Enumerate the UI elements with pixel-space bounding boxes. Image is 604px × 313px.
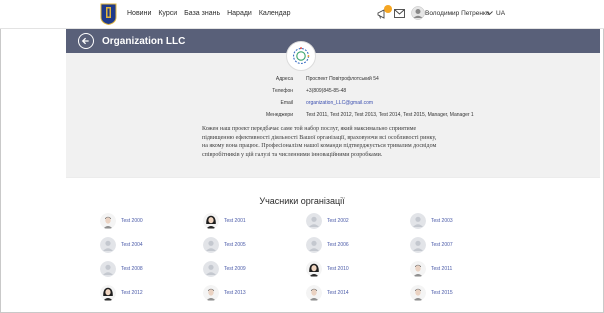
logo-icon[interactable]	[100, 3, 117, 25]
address-value: Проспект Повітрофлотський 54	[306, 76, 379, 82]
member-name[interactable]: Test 2013	[224, 290, 246, 296]
member-name[interactable]: Test 2014	[327, 290, 349, 296]
member-name[interactable]: Test 2005	[224, 242, 246, 248]
member-avatar[interactable]	[306, 285, 322, 301]
member-name[interactable]: Test 2010	[327, 266, 349, 272]
member-avatar[interactable]	[410, 213, 426, 229]
member-name[interactable]: Test 2004	[121, 242, 143, 248]
members-heading: Учасники організації	[259, 196, 345, 206]
member-item[interactable]: Test 2015	[410, 285, 490, 302]
member-avatar[interactable]	[100, 237, 116, 253]
member-avatar[interactable]	[306, 237, 322, 253]
member-name[interactable]: Test 2002	[327, 218, 349, 224]
page-header: Organization LLC	[66, 29, 600, 53]
notification-badge	[384, 5, 392, 13]
member-name[interactable]: Test 2003	[431, 218, 453, 224]
member-avatar[interactable]	[100, 213, 116, 229]
email-label: Email	[280, 100, 293, 106]
member-item[interactable]: Test 2006	[306, 237, 386, 254]
member-avatar[interactable]	[203, 237, 219, 253]
phone-label: Телефон	[272, 88, 293, 94]
member-item[interactable]: Test 2010	[306, 261, 386, 278]
member-item[interactable]: Test 2013	[203, 285, 283, 302]
member-name[interactable]: Test 2015	[431, 290, 453, 296]
organization-info: Адреса Проспект Повітрофлотський 54 Теле…	[66, 41, 600, 177]
member-item[interactable]: Test 2012	[100, 285, 180, 302]
member-item[interactable]: Test 2008	[100, 261, 180, 278]
phone-value: +3(809)845-85-48	[306, 88, 347, 94]
back-arrow-icon[interactable]	[78, 33, 94, 49]
member-avatar[interactable]	[410, 237, 426, 253]
user-name[interactable]: Володимир Петренко	[425, 10, 490, 17]
member-avatar[interactable]	[410, 261, 426, 277]
mail-icon[interactable]	[394, 9, 405, 18]
nav-item-news[interactable]: Новини	[127, 10, 151, 17]
nav-item-meetings[interactable]: Наради	[227, 10, 252, 17]
member-item[interactable]: Test 2003	[410, 213, 490, 230]
member-avatar[interactable]	[100, 261, 116, 277]
member-item[interactable]: Test 2009	[203, 261, 283, 278]
top-navigation: Новини Курси База знань Наради Календар …	[0, 0, 604, 29]
member-item[interactable]: Test 2007	[410, 237, 490, 254]
organization-description: Кожен наш проект передбачає саме той наб…	[202, 126, 437, 158]
member-name[interactable]: Test 2001	[224, 218, 246, 224]
member-item[interactable]: Test 2011	[410, 261, 490, 278]
member-item[interactable]: Test 2014	[306, 285, 386, 302]
member-item[interactable]: Test 2002	[306, 213, 386, 230]
member-name[interactable]: Test 2000	[121, 218, 143, 224]
managers-value: Test 2011, Test 2012, Test 2013, Test 20…	[306, 112, 474, 118]
main-menu: Новини Курси База знань Наради Календар	[127, 10, 298, 17]
member-avatar[interactable]	[203, 213, 219, 229]
member-name[interactable]: Test 2012	[121, 290, 143, 296]
member-name[interactable]: Test 2008	[121, 266, 143, 272]
user-avatar[interactable]	[411, 6, 425, 20]
section-divider	[66, 177, 600, 178]
email-link[interactable]: organization_LLC@gmail.com	[306, 100, 373, 106]
member-name[interactable]: Test 2009	[224, 266, 246, 272]
member-item[interactable]: Test 2000	[100, 213, 180, 230]
member-avatar[interactable]	[100, 285, 116, 301]
nav-item-calendar[interactable]: Календар	[259, 10, 291, 17]
member-name[interactable]: Test 2007	[431, 242, 453, 248]
address-label: Адреса	[275, 76, 293, 82]
member-item[interactable]: Test 2001	[203, 213, 283, 230]
managers-label: Менеджери	[265, 112, 293, 118]
member-item[interactable]: Test 2004	[100, 237, 180, 254]
nav-item-courses[interactable]: Курси	[158, 10, 177, 17]
member-item[interactable]: Test 2005	[203, 237, 283, 254]
member-avatar[interactable]	[203, 261, 219, 277]
member-name[interactable]: Test 2006	[327, 242, 349, 248]
member-avatar[interactable]	[306, 213, 322, 229]
member-avatar[interactable]	[410, 285, 426, 301]
member-name[interactable]: Test 2011	[431, 266, 452, 272]
page-title: Organization LLC	[102, 36, 186, 47]
organization-logo	[286, 41, 316, 71]
member-avatar[interactable]	[306, 261, 322, 277]
nav-item-knowledge-base[interactable]: База знань	[184, 10, 220, 17]
member-avatar[interactable]	[203, 285, 219, 301]
chevron-down-icon[interactable]	[486, 10, 493, 16]
language-switch[interactable]: UA	[496, 10, 505, 17]
